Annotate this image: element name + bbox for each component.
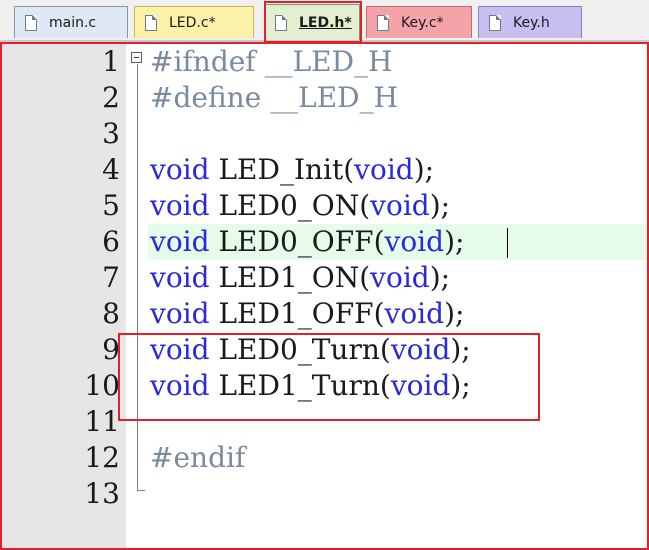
file-icon (489, 14, 501, 31)
tab-led-c[interactable]: LED.c* (134, 6, 254, 38)
tab-label: main.c (49, 14, 97, 31)
annotation-box-editor (0, 42, 649, 550)
file-icon (25, 14, 37, 31)
tab-key-h[interactable]: Key.h (478, 6, 582, 38)
file-icon (377, 14, 389, 31)
tab-key-c[interactable]: Key.c* (366, 6, 472, 38)
tab-label: Key.h (513, 14, 550, 31)
annotation-box-tab (264, 1, 362, 43)
tab-label: LED.c* (169, 14, 216, 31)
file-icon (145, 14, 157, 31)
tab-main-c[interactable]: main.c (14, 6, 128, 38)
annotation-box-lines (118, 333, 540, 421)
tab-label: Key.c* (401, 14, 444, 31)
